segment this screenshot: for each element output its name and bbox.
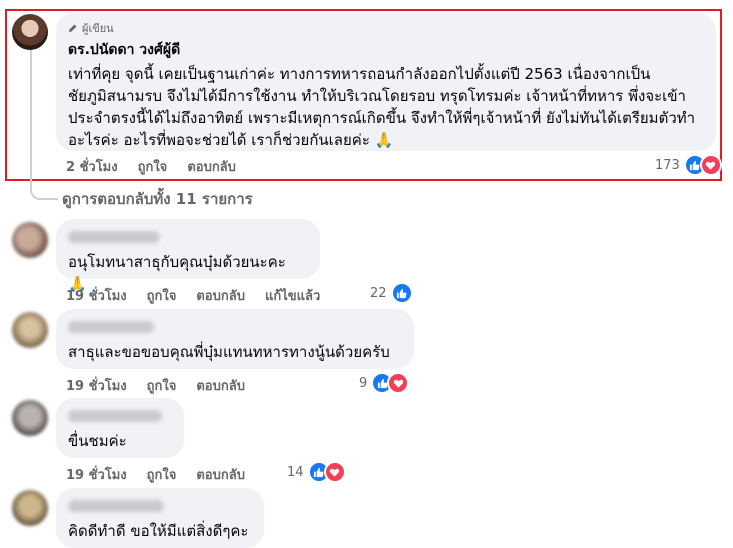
author-badge-label: ผู้เขียน — [82, 22, 114, 35]
avatar[interactable] — [12, 490, 48, 526]
reaction-icons — [390, 282, 413, 304]
comment-actions: 19 ชั่วโมง ถูกใจ ตอบกลับ — [66, 375, 245, 396]
like-button[interactable]: ถูกใจ — [147, 464, 177, 485]
comment-bubble: สาธุและขอขอบคุณพี่บุ๋มแทนทหารทางนู้นด้วย… — [56, 309, 414, 369]
comment-time[interactable]: 19 ชั่วโมง — [66, 285, 127, 306]
reaction-icons — [307, 461, 346, 483]
pencil-icon — [69, 24, 77, 32]
view-all-replies-link[interactable]: ดูการตอบกลับทั้ง 11 รายการ — [62, 187, 253, 211]
comment-line: อะไรค่ะ อะไรที่พอจะช่วยได้ เราก็ช่วยกันเ… — [68, 131, 394, 149]
reaction-summary[interactable]: 173 — [655, 154, 722, 176]
comment-line: ประจำตรงนี้ได้ไม่ถึงอาทิตย์ เพราะมีเหตุก… — [68, 109, 696, 127]
reaction-summary[interactable]: 14 — [287, 461, 346, 483]
comment-bubble: ขื่นชมค่ะ — [56, 398, 184, 458]
comment-author-name[interactable]: ดร.ปนัดดา วงศ์ผู้ดี — [68, 39, 704, 61]
comment-line: เท่าที่คุย จุดนี้ เคยเป็นฐานเก่าค่ะ ทางก… — [68, 65, 651, 83]
edited-label: แก้ไขแล้ว — [264, 289, 321, 304]
author-comment-bubble: ผู้เขียน ดร.ปนัดดา วงศ์ผู้ดี เท่าที่คุย … — [56, 13, 716, 151]
comment-line: ชัยภูมิสนามรบ จึงไม่ได้มีการใช้งาน ทำให้… — [68, 87, 686, 105]
love-icon — [387, 372, 410, 394]
comment-author-name-redacted[interactable] — [68, 410, 162, 422]
comment-actions: 19 ชั่วโมง ถูกใจ ตอบกลับ — [66, 464, 245, 485]
like-button[interactable]: ถูกใจ — [138, 156, 168, 177]
love-icon — [699, 154, 722, 176]
comment-time[interactable]: 19 ชั่วโมง — [66, 375, 127, 396]
like-button[interactable]: ถูกใจ — [147, 285, 177, 306]
reaction-count: 173 — [655, 157, 680, 173]
comment-actions: 2 ชั่วโมง ถูกใจ ตอบกลับ — [66, 156, 236, 177]
avatar[interactable] — [12, 312, 48, 348]
like-button[interactable]: ถูกใจ — [147, 375, 177, 396]
reply-button[interactable]: ตอบกลับ — [196, 464, 245, 485]
love-icon — [323, 461, 346, 483]
avatar[interactable] — [12, 400, 48, 436]
comment-actions: 19 ชั่วโมง ถูกใจ ตอบกลับ แก้ไขแล้ว — [66, 285, 320, 306]
author-avatar[interactable] — [12, 14, 48, 50]
like-icon — [390, 282, 413, 304]
avatar[interactable] — [12, 222, 48, 258]
reaction-summary[interactable]: 9 — [359, 372, 410, 394]
reply-button[interactable]: ตอบกลับ — [187, 156, 236, 177]
reply-button[interactable]: ตอบกลับ — [196, 375, 245, 396]
comment-text: คิดดีทำดี ขอให้มีแต่สิ่งดีๆคะ — [68, 522, 249, 540]
comment-bubble: อนุโมทนาสาธุกับคุณบุ๋มด้วยนะคะ 🙏 — [56, 219, 320, 293]
reply-thread-line — [30, 48, 58, 200]
reply-button[interactable]: ตอบกลับ — [196, 285, 245, 306]
reaction-count: 9 — [359, 375, 368, 391]
reaction-count: 14 — [287, 464, 304, 480]
comment-author-name-redacted[interactable] — [68, 500, 164, 512]
reaction-icons — [683, 154, 722, 176]
comment-text: เท่าที่คุย จุดนี้ เคยเป็นฐานเก่าค่ะ ทางก… — [68, 63, 704, 151]
comment-time[interactable]: 2 ชั่วโมง — [66, 156, 118, 177]
comment-text: ขื่นชมค่ะ — [68, 432, 127, 450]
comment-bubble: คิดดีทำดี ขอให้มีแต่สิ่งดีๆคะ — [56, 488, 264, 548]
comment-time[interactable]: 19 ชั่วโมง — [66, 464, 127, 485]
author-badge: ผู้เขียน — [68, 19, 704, 37]
reaction-summary[interactable]: 22 — [370, 282, 413, 304]
comment-author-name-redacted[interactable] — [68, 321, 154, 333]
comment-text: สาธุและขอขอบคุณพี่บุ๋มแทนทหารทางนู้นด้วย… — [68, 343, 390, 361]
reaction-count: 22 — [370, 285, 387, 301]
reaction-icons — [371, 372, 410, 394]
comment-author-name-redacted[interactable] — [68, 231, 160, 243]
